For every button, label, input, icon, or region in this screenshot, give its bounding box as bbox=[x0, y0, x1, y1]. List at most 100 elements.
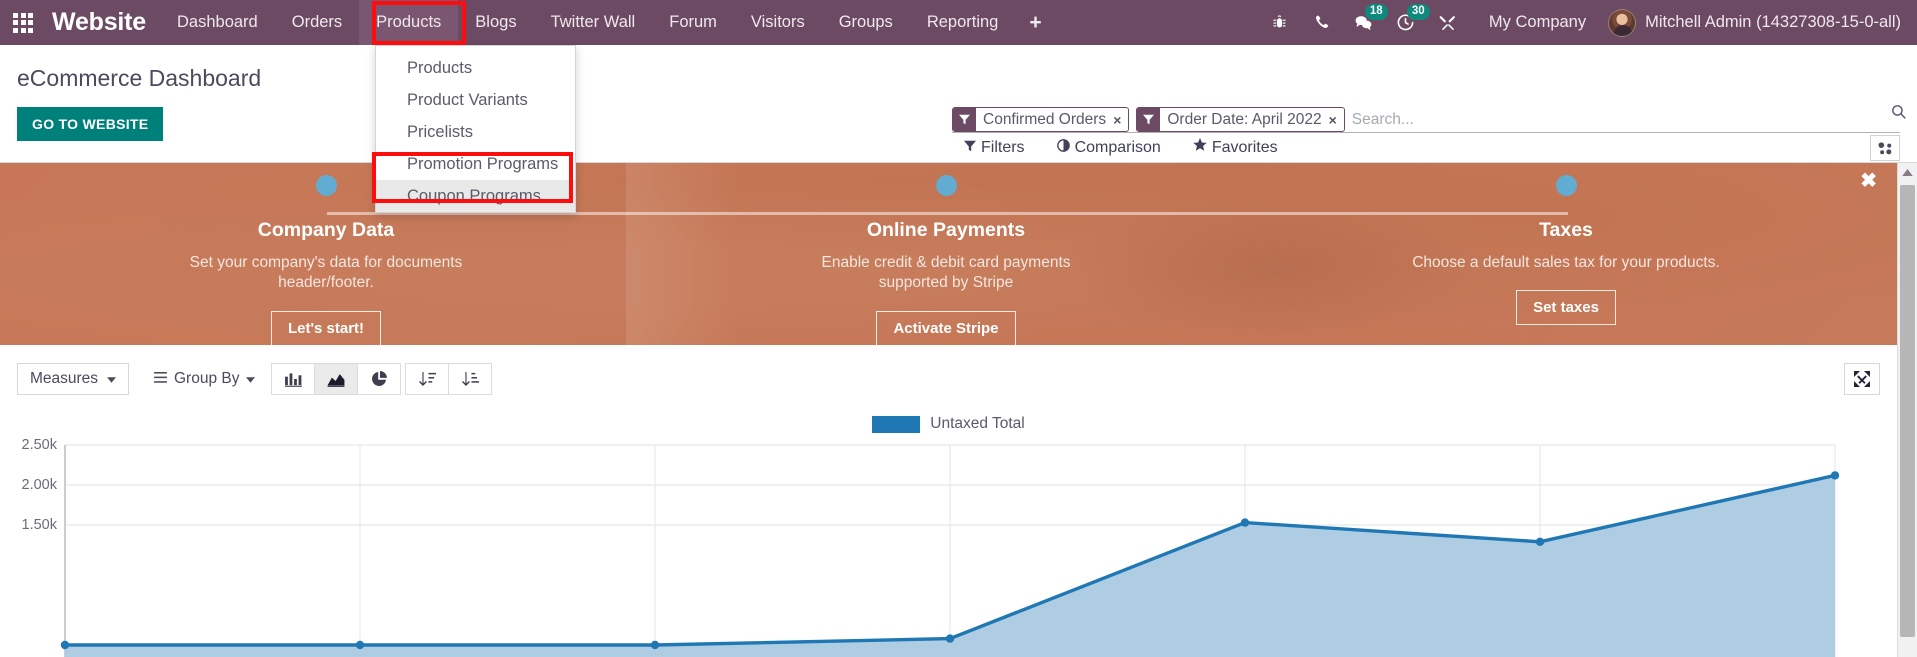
chart-legend: Untaxed Total bbox=[0, 415, 1897, 433]
favorites-label: Favorites bbox=[1211, 138, 1278, 156]
expand-icon[interactable] bbox=[1844, 363, 1880, 395]
nav-item-add-menu[interactable]: + bbox=[1015, 0, 1055, 45]
comparison-dropdown[interactable]: Comparison bbox=[1056, 138, 1161, 157]
dropdown-item-promotion-programs[interactable]: Promotion Programs bbox=[376, 148, 575, 180]
bug-icon[interactable] bbox=[1259, 0, 1301, 45]
onboarding-step-taxes: Taxes Choose a default sales tax for you… bbox=[1386, 175, 1746, 326]
nav-item-forum[interactable]: Forum bbox=[652, 0, 734, 45]
search-icon[interactable] bbox=[1885, 98, 1911, 124]
step-dot bbox=[1555, 175, 1577, 196]
activities-clock-icon[interactable]: 30 bbox=[1385, 0, 1430, 45]
group-by-button[interactable]: Group By bbox=[150, 363, 259, 395]
odoo-ecommerce-dashboard: Website Dashboard Orders Products Blogs … bbox=[0, 0, 1917, 657]
legend-label: Untaxed Total bbox=[930, 415, 1025, 432]
products-dropdown-menu: Products Product Variants Pricelists Pro… bbox=[375, 45, 576, 213]
step-title: Taxes bbox=[1539, 219, 1593, 241]
chart-type-group bbox=[271, 363, 401, 395]
nav-item-products[interactable]: Products bbox=[359, 0, 459, 45]
nav-item-reporting[interactable]: Reporting bbox=[910, 0, 1016, 45]
apps-grid-icon[interactable] bbox=[0, 0, 46, 45]
step-dot bbox=[935, 175, 957, 196]
sort-descending-icon[interactable] bbox=[405, 363, 449, 395]
step-description: Enable credit & debit card payments supp… bbox=[821, 254, 1071, 292]
nav-item-visitors[interactable]: Visitors bbox=[734, 0, 822, 45]
go-to-website-button[interactable]: GO TO WEBSITE bbox=[17, 107, 164, 141]
graph-view-icon[interactable] bbox=[1870, 135, 1900, 161]
control-panel: eCommerce Dashboard GO TO WEBSITE Confir… bbox=[0, 45, 1917, 163]
search-view: Confirmed Orders × Order Date: April 202… bbox=[952, 107, 1900, 133]
step-title: Company Data bbox=[257, 219, 395, 241]
facet-label: Order Date: April 2022 bbox=[1167, 110, 1322, 128]
chevron-down-icon bbox=[107, 370, 117, 388]
tools-icon[interactable] bbox=[1427, 0, 1469, 45]
step-description: Choose a default sales tax for your prod… bbox=[1412, 254, 1720, 271]
chart-data-point[interactable] bbox=[650, 640, 660, 650]
area-chart bbox=[60, 444, 1840, 657]
facet-label: Confirmed Orders bbox=[983, 110, 1107, 128]
nav-item-twitter-wall[interactable]: Twitter Wall bbox=[534, 0, 653, 45]
page-title: eCommerce Dashboard bbox=[17, 65, 262, 91]
legend-swatch bbox=[872, 415, 921, 433]
nav-item-blogs[interactable]: Blogs bbox=[458, 0, 533, 45]
filters-label: Filters bbox=[981, 138, 1025, 156]
chart-plot-area[interactable]: 2.50k 2.00k 1.50k bbox=[0, 437, 1897, 657]
pie-chart-icon[interactable] bbox=[357, 363, 401, 395]
facet-order-date[interactable]: Order Date: April 2022 × bbox=[1136, 107, 1345, 132]
step-description: Set your company's data for documents he… bbox=[189, 254, 463, 292]
user-name: Mitchell Admin (14327308-15-0-all) bbox=[1645, 13, 1901, 31]
filter-icon bbox=[1137, 108, 1161, 131]
app-brand-website[interactable]: Website bbox=[46, 8, 160, 37]
company-switcher[interactable]: My Company bbox=[1469, 13, 1602, 32]
measures-label: Measures bbox=[30, 370, 99, 387]
scroll-thumb[interactable] bbox=[1900, 185, 1915, 637]
dropdown-item-coupon-programs[interactable]: Coupon Programs bbox=[376, 180, 575, 212]
close-icon[interactable]: ✖ bbox=[1860, 171, 1877, 191]
messages-icon[interactable]: 18 bbox=[1343, 0, 1388, 45]
sort-ascending-icon[interactable] bbox=[448, 363, 492, 395]
facet-remove-icon[interactable]: × bbox=[1112, 108, 1128, 131]
graph-toolbar: Measures Group By bbox=[0, 363, 1897, 395]
chart-data-point[interactable] bbox=[1535, 537, 1545, 546]
chevron-down-icon bbox=[246, 370, 256, 388]
phone-icon[interactable] bbox=[1301, 0, 1343, 45]
graph-view: Measures Group By Untaxed Total 2.50k 2.… bbox=[0, 345, 1897, 657]
dropdown-item-product-variants[interactable]: Product Variants bbox=[376, 84, 575, 116]
dropdown-item-pricelists[interactable]: Pricelists bbox=[376, 116, 575, 148]
area-chart-icon[interactable] bbox=[314, 363, 358, 395]
control-panel-links: Filters Comparison Favorites bbox=[964, 138, 1278, 157]
step-action-button[interactable]: Set taxes bbox=[1516, 290, 1616, 326]
measures-button[interactable]: Measures bbox=[17, 363, 130, 395]
onboarding-step-online-payments: Online Payments Enable credit & debit ca… bbox=[766, 175, 1126, 346]
step-dot bbox=[315, 175, 337, 196]
star-icon bbox=[1193, 138, 1207, 157]
chart-data-point[interactable] bbox=[1240, 518, 1250, 527]
comparison-icon bbox=[1056, 138, 1070, 157]
user-menu[interactable]: Mitchell Admin (14327308-15-0-all) bbox=[1602, 8, 1917, 37]
comparison-label: Comparison bbox=[1074, 138, 1161, 156]
facet-confirmed-orders[interactable]: Confirmed Orders × bbox=[952, 107, 1130, 132]
nav-item-dashboard[interactable]: Dashboard bbox=[160, 0, 275, 45]
favorites-dropdown[interactable]: Favorites bbox=[1193, 138, 1278, 157]
step-action-button[interactable]: Let's start! bbox=[270, 310, 382, 346]
step-title: Online Payments bbox=[866, 219, 1026, 241]
nav-item-groups[interactable]: Groups bbox=[822, 0, 910, 45]
chart-data-point[interactable] bbox=[1830, 471, 1840, 480]
dropdown-item-products[interactable]: Products bbox=[376, 52, 575, 84]
filter-icon bbox=[964, 139, 976, 157]
chart-data-point[interactable] bbox=[60, 640, 70, 650]
step-action-button[interactable]: Activate Stripe bbox=[876, 310, 1016, 346]
filters-dropdown[interactable]: Filters bbox=[964, 138, 1025, 157]
nav-item-orders[interactable]: Orders bbox=[275, 0, 359, 45]
bar-chart-icon[interactable] bbox=[271, 363, 315, 395]
scroll-up-icon[interactable] bbox=[1898, 163, 1917, 181]
avatar bbox=[1608, 8, 1637, 37]
facet-remove-icon[interactable]: × bbox=[1328, 108, 1344, 131]
sort-group bbox=[405, 363, 492, 395]
top-navbar: Website Dashboard Orders Products Blogs … bbox=[0, 0, 1917, 45]
filter-icon bbox=[953, 108, 976, 131]
group-by-label: Group By bbox=[174, 370, 240, 387]
search-input[interactable] bbox=[1351, 110, 1900, 129]
chart-data-point[interactable] bbox=[945, 634, 955, 643]
vertical-scrollbar[interactable] bbox=[1897, 163, 1917, 657]
chart-data-point[interactable] bbox=[355, 640, 365, 650]
